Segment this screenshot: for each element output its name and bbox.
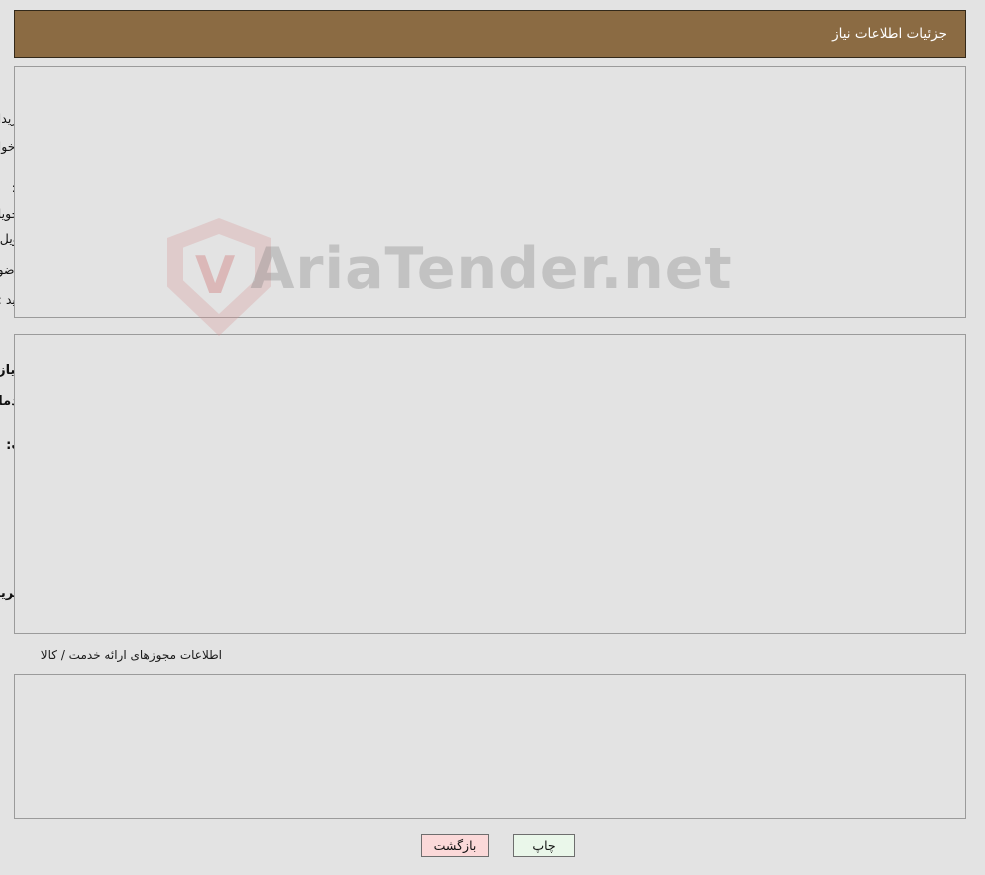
permits-section-title: اطلاعات مجوزهای ارائه خدمت / کالا [41, 648, 223, 662]
page-header: جزئیات اطلاعات نیاز [15, 10, 967, 58]
back-button[interactable]: بازگشت [422, 834, 490, 857]
services-panel [15, 334, 967, 634]
permits-panel [15, 674, 967, 819]
page-title: جزئیات اطلاعات نیاز [833, 26, 948, 42]
print-button[interactable]: چاپ [514, 834, 576, 857]
general-info-panel [15, 66, 967, 318]
